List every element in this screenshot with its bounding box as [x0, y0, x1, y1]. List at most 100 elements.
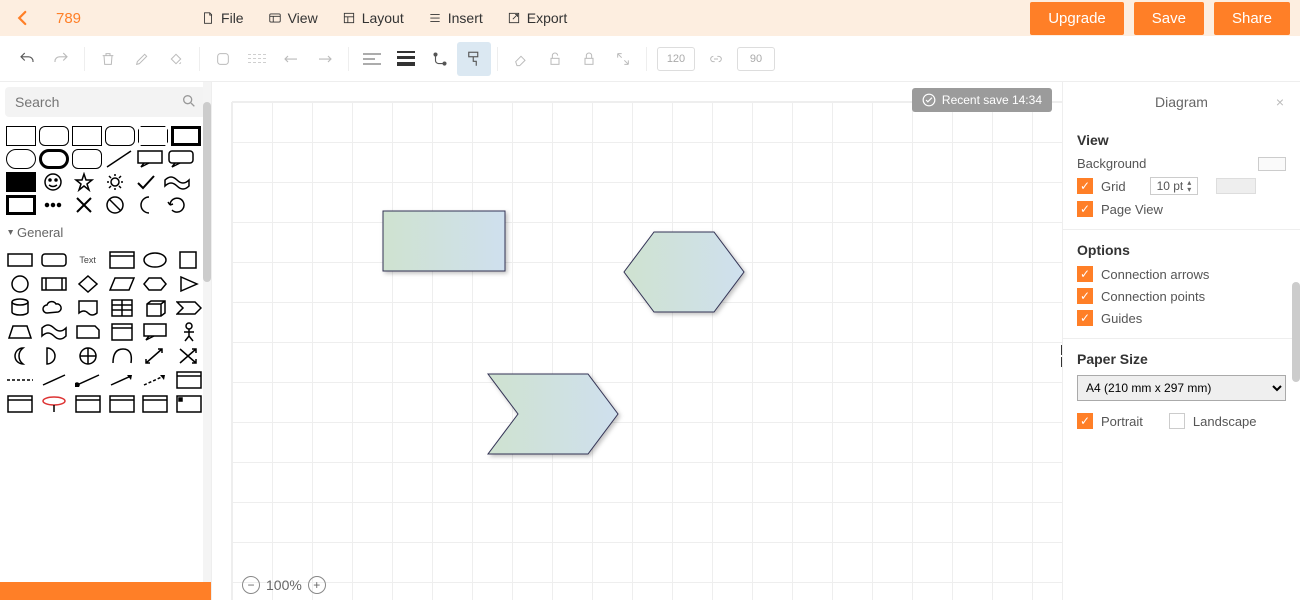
section-general[interactable]: General	[0, 219, 211, 246]
upgrade-button[interactable]: Upgrade	[1030, 2, 1124, 35]
shape-nogo[interactable]	[101, 195, 129, 215]
shape-ticket[interactable]	[138, 126, 168, 146]
shape-frame[interactable]	[171, 126, 201, 146]
g-cyl[interactable]	[6, 298, 34, 318]
shape-solid[interactable]	[6, 172, 36, 192]
g-cube[interactable]	[141, 298, 169, 318]
conn-points-checkbox[interactable]: ✓	[1077, 288, 1093, 304]
g-rrect[interactable]	[40, 250, 68, 270]
shape-sun[interactable]	[101, 172, 129, 192]
arrow-left-button[interactable]	[274, 42, 308, 76]
share-button[interactable]: Share	[1214, 2, 1290, 35]
g-ellipse[interactable]	[141, 250, 169, 270]
g-win6[interactable]	[175, 394, 203, 414]
panel-close-button[interactable]: ×	[1276, 94, 1284, 110]
shape-star[interactable]	[70, 172, 98, 192]
shape-x[interactable]	[70, 195, 98, 215]
canvas-shape-hexagon[interactable]	[622, 230, 750, 323]
shape-check[interactable]	[132, 172, 160, 192]
g-process[interactable]	[40, 274, 68, 294]
g-conn[interactable]	[74, 370, 102, 390]
guides-checkbox[interactable]: ✓	[1077, 310, 1093, 326]
more-shapes-button[interactable]	[0, 582, 211, 600]
g-badge[interactable]	[40, 394, 68, 414]
undo-button[interactable]	[10, 42, 44, 76]
g-rect[interactable]	[6, 250, 34, 270]
g-parallel[interactable]	[108, 274, 136, 294]
doc-id[interactable]: 789	[56, 10, 81, 27]
canvas[interactable]	[232, 102, 1062, 600]
arrow-right-button[interactable]	[308, 42, 342, 76]
menu-file[interactable]: File	[201, 10, 244, 26]
shape-callout-1[interactable]	[136, 149, 164, 169]
link-button[interactable]	[699, 42, 733, 76]
shape-smiley[interactable]	[39, 172, 67, 192]
pageview-checkbox[interactable]: ✓	[1077, 201, 1093, 217]
g-cross-arrows[interactable]	[175, 346, 203, 366]
shape-dots[interactable]	[39, 195, 67, 215]
g-arrow-line[interactable]	[108, 370, 136, 390]
shape-frame-2[interactable]	[6, 195, 36, 215]
g-win2[interactable]	[6, 394, 34, 414]
g-circle[interactable]	[6, 274, 34, 294]
erase-button[interactable]	[504, 42, 538, 76]
shape-rounded-2[interactable]	[105, 126, 135, 146]
grid-color-swatch[interactable]	[1216, 178, 1256, 194]
waypoints-button[interactable]	[423, 42, 457, 76]
fill-button[interactable]	[159, 42, 193, 76]
conn-arrows-checkbox[interactable]: ✓	[1077, 266, 1093, 282]
shape-pill-2[interactable]	[39, 149, 69, 169]
g-trap[interactable]	[6, 322, 34, 342]
canvas-shape-rectangle[interactable]	[382, 210, 510, 281]
lock-closed-button[interactable]	[572, 42, 606, 76]
shape-moon[interactable]	[132, 195, 160, 215]
zoom-in-button[interactable]: +	[308, 576, 326, 594]
shape-callout-2[interactable]	[167, 149, 195, 169]
corner-button[interactable]	[206, 42, 240, 76]
g-tape[interactable]	[40, 322, 68, 342]
shape-rr-3[interactable]	[72, 149, 102, 169]
shape-refresh[interactable]	[163, 195, 191, 215]
expand-button[interactable]	[606, 42, 640, 76]
menu-export[interactable]: Export	[507, 10, 567, 26]
lock-open-button[interactable]	[538, 42, 572, 76]
g-cloud[interactable]	[40, 298, 68, 318]
g-arrow2[interactable]	[141, 346, 169, 366]
g-hex[interactable]	[141, 274, 169, 294]
g-window[interactable]	[175, 370, 203, 390]
back-button[interactable]	[10, 5, 36, 31]
shape-rect-2[interactable]	[72, 126, 102, 146]
dash-button[interactable]	[240, 42, 274, 76]
g-textbox[interactable]	[108, 250, 136, 270]
g-win3[interactable]	[74, 394, 102, 414]
shape-rounded[interactable]	[39, 126, 69, 146]
line-weight-button[interactable]	[389, 42, 423, 76]
spacing-input[interactable]: 120	[657, 47, 695, 71]
g-square[interactable]	[175, 250, 203, 270]
menu-insert[interactable]: Insert	[428, 10, 483, 26]
g-text[interactable]: Text	[74, 250, 102, 270]
landscape-checkbox[interactable]	[1169, 413, 1185, 429]
g-dash-arrow[interactable]	[141, 370, 169, 390]
g-line2[interactable]	[40, 370, 68, 390]
paper-size-select[interactable]: A4 (210 mm x 297 mm)	[1077, 375, 1286, 401]
g-actor[interactable]	[175, 322, 203, 342]
portrait-checkbox[interactable]: ✓	[1077, 413, 1093, 429]
background-swatch[interactable]	[1258, 157, 1286, 171]
edit-button[interactable]	[125, 42, 159, 76]
align-button[interactable]	[355, 42, 389, 76]
g-win5[interactable]	[141, 394, 169, 414]
shape-wave[interactable]	[163, 172, 191, 192]
redo-button[interactable]	[44, 42, 78, 76]
g-step[interactable]	[175, 298, 203, 318]
panel-scroll-thumb[interactable]	[1292, 282, 1300, 382]
g-curve[interactable]	[108, 346, 136, 366]
zoom-out-button[interactable]: −	[242, 576, 260, 594]
search-input[interactable]	[5, 87, 206, 117]
g-doc[interactable]	[74, 298, 102, 318]
shape-pill[interactable]	[6, 149, 36, 169]
g-dashline[interactable]	[6, 370, 34, 390]
g-tri[interactable]	[175, 274, 203, 294]
g-moon[interactable]	[6, 346, 34, 366]
shape-rect[interactable]	[6, 126, 36, 146]
